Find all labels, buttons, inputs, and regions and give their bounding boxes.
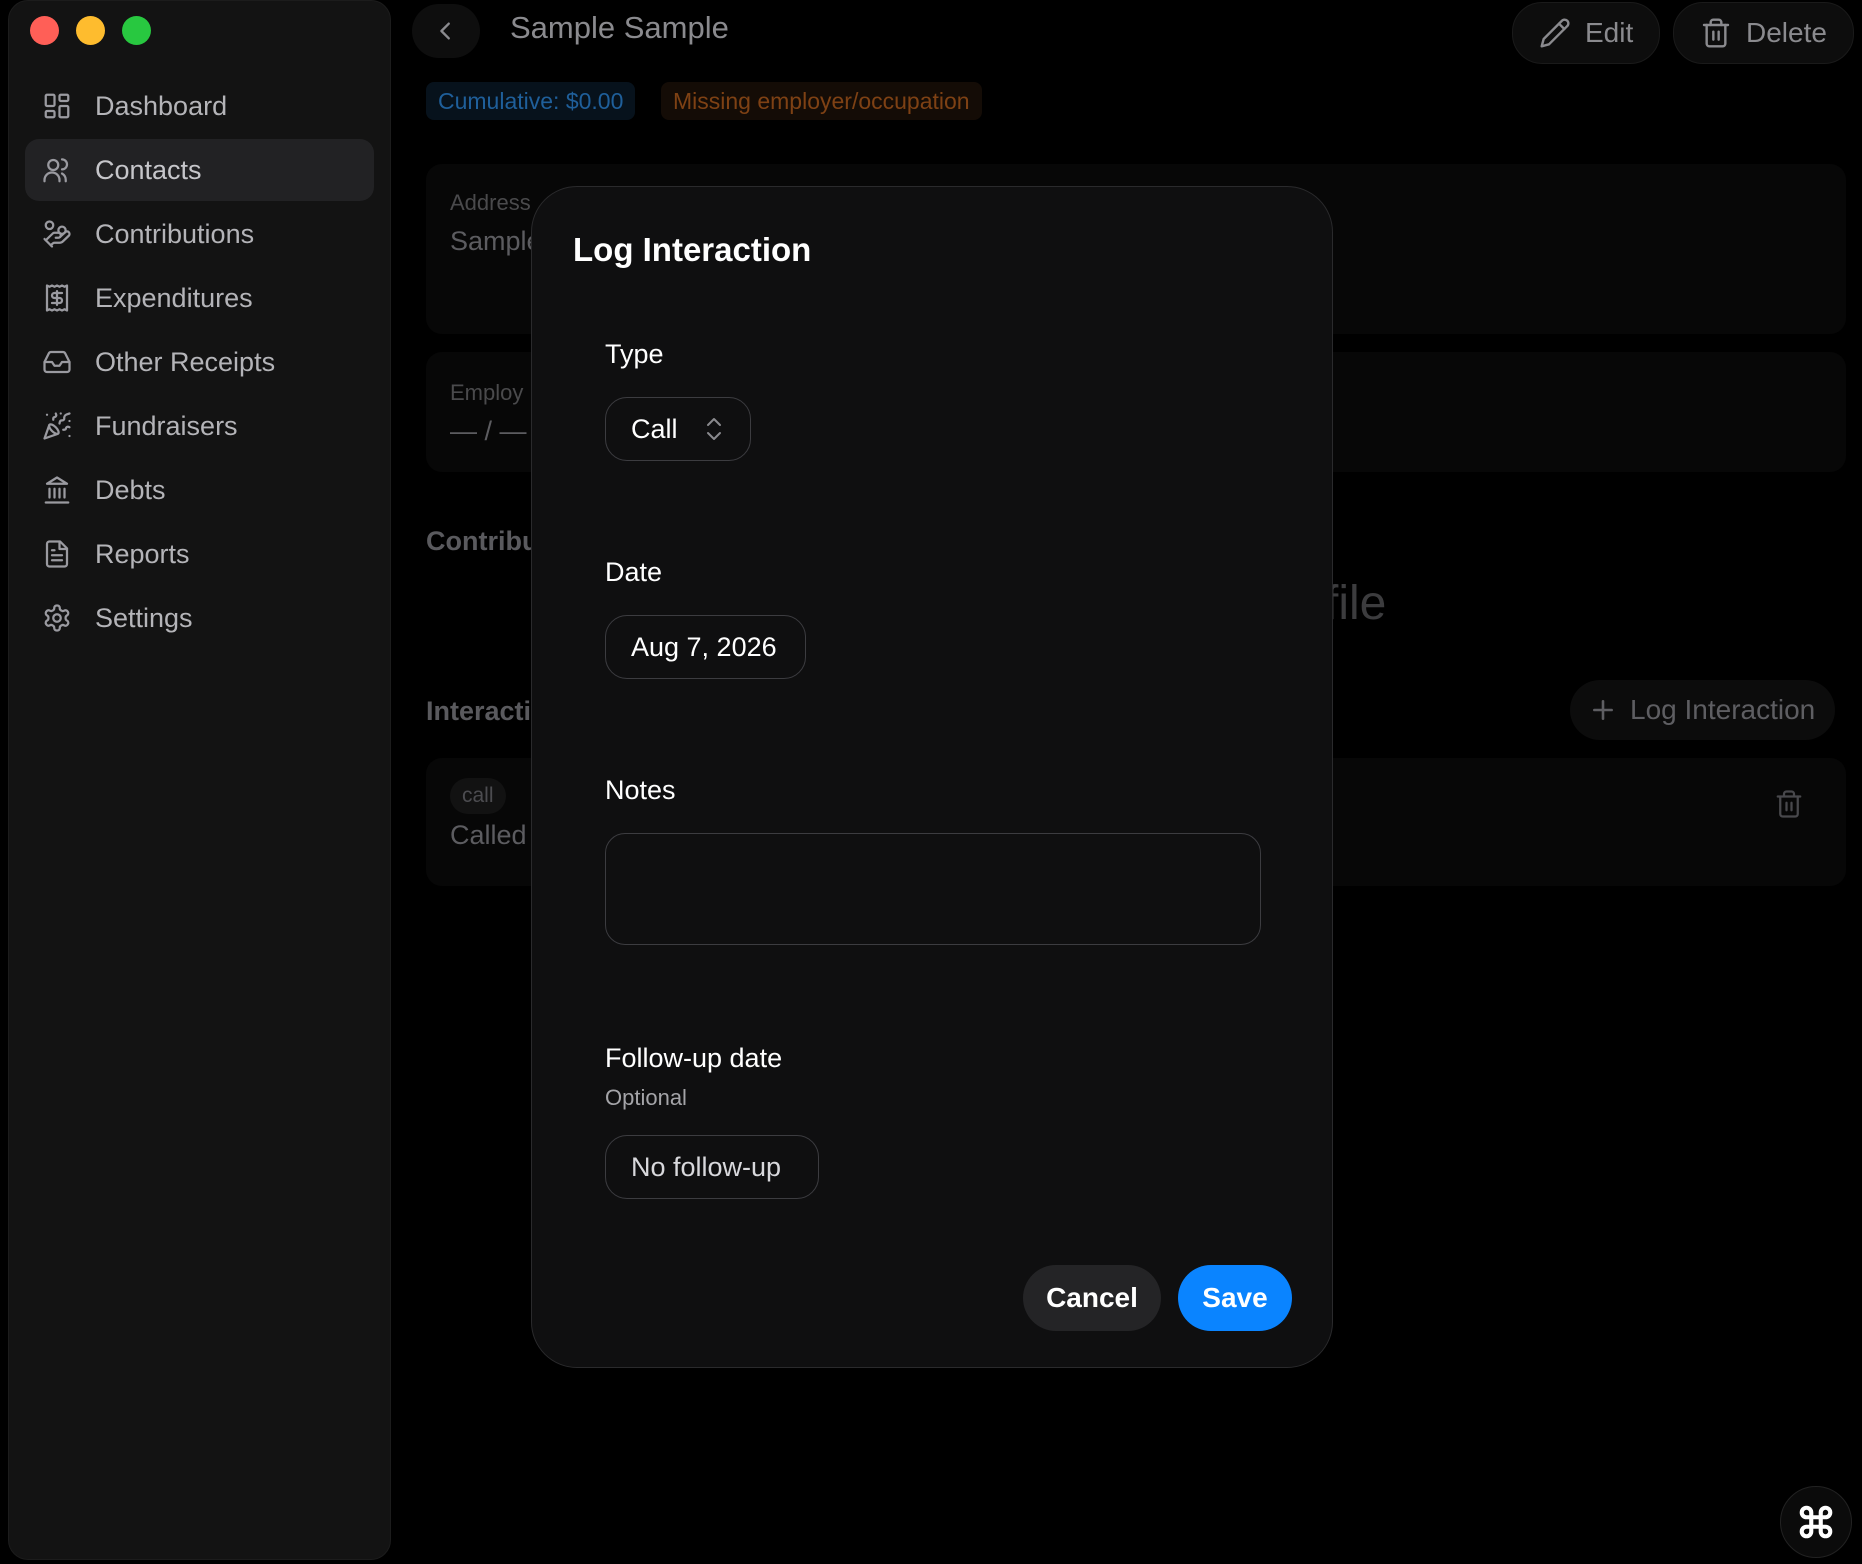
bank-icon: [41, 474, 73, 506]
users-icon: [41, 154, 73, 186]
sidebar-item-label: Other Receipts: [95, 346, 276, 377]
interaction-type-badge: call: [450, 778, 506, 814]
zoom-window-button[interactable]: [122, 16, 151, 45]
sidebar-item-reports[interactable]: Reports: [25, 523, 374, 585]
sidebar-item-label: Contacts: [95, 154, 202, 185]
sidebar-item-contacts[interactable]: Contacts: [25, 139, 374, 201]
sidebar-item-contributions[interactable]: Contributions: [25, 203, 374, 265]
warning-badge: Missing employer/occupation: [661, 82, 982, 120]
sidebar-item-other-receipts[interactable]: Other Receipts: [25, 331, 374, 393]
date-value: Aug 7, 2026: [631, 631, 777, 662]
sidebar-item-fundraisers[interactable]: Fundraisers: [25, 395, 374, 457]
sidebar-item-label: Dashboard: [95, 90, 228, 121]
sidebar-nav: Dashboard Contacts Contributions Expendi…: [25, 75, 374, 651]
empty-state-text: file: [1325, 577, 1387, 630]
party-popper-icon: [41, 410, 73, 442]
edit-label: Edit: [1585, 17, 1634, 48]
date-label: Date: [605, 557, 663, 587]
type-select[interactable]: Call: [605, 397, 751, 461]
trash-icon: [1776, 790, 1802, 818]
dashboard-icon: [41, 90, 73, 122]
log-interaction-label: Log Interaction: [1630, 694, 1816, 725]
assistant-button[interactable]: [1780, 1486, 1852, 1558]
command-icon: [1799, 1505, 1833, 1539]
sidebar-item-settings[interactable]: Settings: [25, 587, 374, 649]
sidebar-item-label: Contributions: [95, 218, 255, 249]
trash-icon: [1702, 18, 1730, 48]
plus-icon: [1593, 700, 1613, 720]
sidebar-item-label: Fundraisers: [95, 410, 238, 441]
type-label: Type: [605, 339, 664, 369]
inbox-icon: [41, 346, 73, 378]
save-button[interactable]: Save: [1178, 1265, 1292, 1331]
interaction-note: Called: [450, 820, 527, 850]
log-interaction-button[interactable]: Log Interaction: [1570, 680, 1836, 740]
page-title: Sample Sample: [510, 10, 729, 45]
interactions-section-title: Interacti: [426, 696, 532, 726]
sidebar-item-label: Reports: [95, 538, 190, 569]
delete-interaction-button[interactable]: [1774, 789, 1804, 824]
sidebar-item-label: Expenditures: [95, 282, 253, 313]
minimize-window-button[interactable]: [76, 16, 105, 45]
followup-date-picker[interactable]: No follow-up: [605, 1135, 819, 1199]
dialog-title: Log Interaction: [573, 231, 812, 268]
close-window-button[interactable]: [30, 16, 59, 45]
delete-button[interactable]: Delete: [1673, 2, 1854, 64]
log-interaction-dialog: Log Interaction Type Call Date Aug 7, 20…: [531, 186, 1333, 1368]
address-label: Address: [450, 190, 531, 215]
sidebar-item-dashboard[interactable]: Dashboard: [25, 75, 374, 137]
address-value: Sample: [450, 226, 542, 256]
pencil-icon: [1540, 18, 1570, 48]
cancel-button[interactable]: Cancel: [1023, 1265, 1161, 1331]
notes-textarea[interactable]: [605, 833, 1261, 945]
notes-label: Notes: [605, 775, 676, 805]
receipt-dollar-icon: [41, 282, 73, 314]
employer-value: — / —: [450, 416, 527, 446]
contributions-section-title: Contribu: [426, 526, 539, 556]
type-value: Call: [631, 413, 678, 444]
gear-icon: [41, 602, 73, 634]
date-picker[interactable]: Aug 7, 2026: [605, 615, 806, 679]
file-text-icon: [41, 538, 73, 570]
sidebar-item-debts[interactable]: Debts: [25, 459, 374, 521]
chevron-up-down-icon: [707, 418, 721, 440]
followup-label: Follow-up date: [605, 1043, 783, 1073]
delete-label: Delete: [1746, 17, 1827, 48]
window-controls: [30, 16, 151, 45]
back-button[interactable]: [412, 4, 480, 58]
chevron-left-icon: [440, 22, 450, 40]
edit-button[interactable]: Edit: [1512, 2, 1661, 64]
followup-hint: Optional: [605, 1085, 687, 1110]
employer-label: Employ: [450, 380, 524, 405]
sidebar-item-expenditures[interactable]: Expenditures: [25, 267, 374, 329]
hand-coins-icon: [41, 218, 73, 250]
cumulative-badge: Cumulative: $0.00: [426, 82, 636, 120]
sidebar: Dashboard Contacts Contributions Expendi…: [8, 0, 391, 1560]
followup-value: No follow-up: [631, 1151, 782, 1182]
sidebar-item-label: Settings: [95, 602, 193, 633]
sidebar-item-label: Debts: [95, 474, 166, 505]
